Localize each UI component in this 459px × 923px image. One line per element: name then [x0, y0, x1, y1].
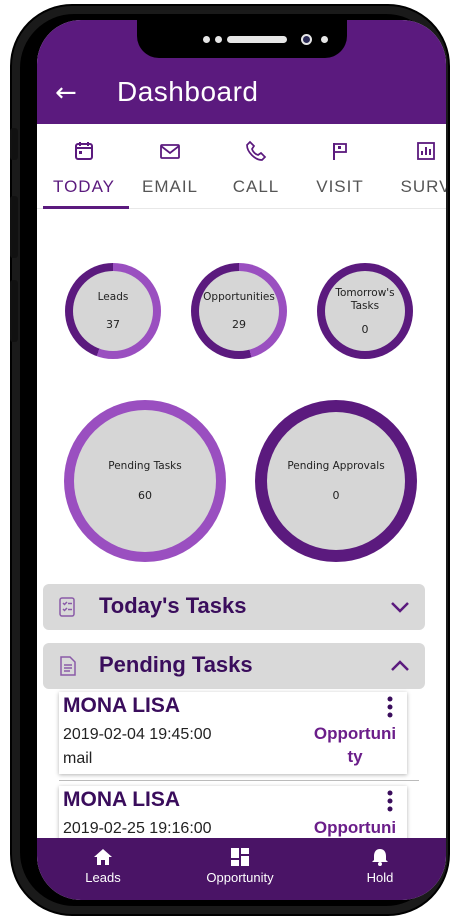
task-datetime: 2019-02-04 19:45:00	[63, 726, 212, 743]
nav-item-opportunity[interactable]: Opportunity	[195, 848, 285, 885]
nav-label: Opportunity	[206, 870, 274, 885]
category-line: Opportuni	[313, 724, 397, 743]
leads-stat[interactable]: Leads 37	[73, 271, 153, 351]
checklist-icon	[59, 597, 75, 617]
opportunities-label: Opportunities	[203, 291, 275, 303]
nav-item-leads[interactable]: Leads	[73, 848, 133, 885]
contact-name: MONA LISA	[63, 788, 181, 811]
category-line: Opportuni	[313, 818, 397, 837]
phone-volume-down-button	[10, 280, 18, 342]
opportunities-count: 29	[232, 318, 246, 331]
more-vertical-icon[interactable]	[387, 790, 393, 812]
sensor-dot	[215, 36, 222, 43]
speaker-grille	[227, 36, 287, 43]
leads-label: Leads	[97, 291, 129, 303]
task-type: mail	[63, 750, 93, 767]
home-icon	[94, 849, 112, 865]
more-vertical-icon[interactable]	[387, 696, 393, 718]
contact-name: MONA LISA	[63, 694, 181, 717]
grid-icon	[231, 848, 249, 866]
task-category: Opportuni ty	[307, 722, 403, 768]
list-divider	[59, 780, 419, 781]
sensor-dot	[321, 36, 328, 43]
active-tab-indicator	[43, 206, 129, 209]
pending-task-card[interactable]: MONA LISA 2019-02-04 19:45:00 mail Oppor…	[59, 692, 407, 774]
nav-label: Hold	[366, 870, 394, 885]
chevron-up-icon[interactable]	[389, 655, 411, 677]
pending-approvals-count: 0	[332, 489, 340, 502]
tab-survey[interactable]: SURV	[381, 124, 446, 208]
flag-icon	[333, 143, 347, 160]
calendar-icon	[75, 142, 93, 160]
phone-icon	[246, 140, 267, 161]
chevron-down-icon[interactable]	[389, 596, 411, 618]
nav-item-hold[interactable]: Hold	[355, 848, 405, 885]
section-title: Today's Tasks	[99, 593, 247, 618]
pending-approvals-label: Pending Approvals	[287, 460, 385, 472]
tab-bar: TODAY EMAIL CALL VISIT SURV	[37, 124, 446, 209]
document-icon	[60, 656, 76, 676]
section-title: Pending Tasks	[99, 652, 253, 677]
phone-side-button	[10, 128, 18, 160]
leads-count: 37	[106, 318, 120, 331]
front-camera	[301, 34, 312, 45]
tomorrows-tasks-stat[interactable]: Tomorrow's Tasks 0	[325, 271, 405, 351]
envelope-icon	[160, 144, 180, 159]
bottom-navigation: Leads Opportunity Hold	[37, 838, 446, 900]
pending-approvals-stat[interactable]: Pending Approvals 0	[267, 412, 405, 550]
bar-chart-icon	[417, 142, 435, 160]
todays-tasks-section-header[interactable]: Today's Tasks	[43, 584, 425, 630]
bell-icon	[372, 849, 388, 866]
phone-notch	[137, 20, 347, 58]
page-title: Dashboard	[117, 76, 259, 107]
tomorrows-tasks-count: 0	[361, 322, 369, 336]
pending-tasks-stat[interactable]: Pending Tasks 60	[74, 410, 216, 552]
pending-tasks-label: Pending Tasks	[108, 460, 182, 472]
pending-tasks-count: 60	[138, 489, 152, 502]
tab-label: SURV	[400, 177, 446, 196]
phone-volume-up-button	[10, 196, 18, 258]
task-category: Opportuni	[307, 816, 403, 839]
sensor-dot	[203, 36, 210, 43]
category-line: ty	[347, 747, 363, 766]
task-datetime: 2019-02-25 19:16:00	[63, 820, 212, 837]
arrow-left-icon[interactable]: ←	[55, 80, 77, 106]
pending-tasks-section-header[interactable]: Pending Tasks	[43, 643, 425, 689]
tomorrows-tasks-label: Tomorrow's Tasks	[335, 286, 395, 312]
app-screen: ← Dashboard TODAY EMAIL CALL VISIT SURV …	[37, 20, 446, 900]
nav-label: Leads	[85, 870, 121, 885]
opportunities-stat[interactable]: Opportunities 29	[199, 271, 279, 351]
